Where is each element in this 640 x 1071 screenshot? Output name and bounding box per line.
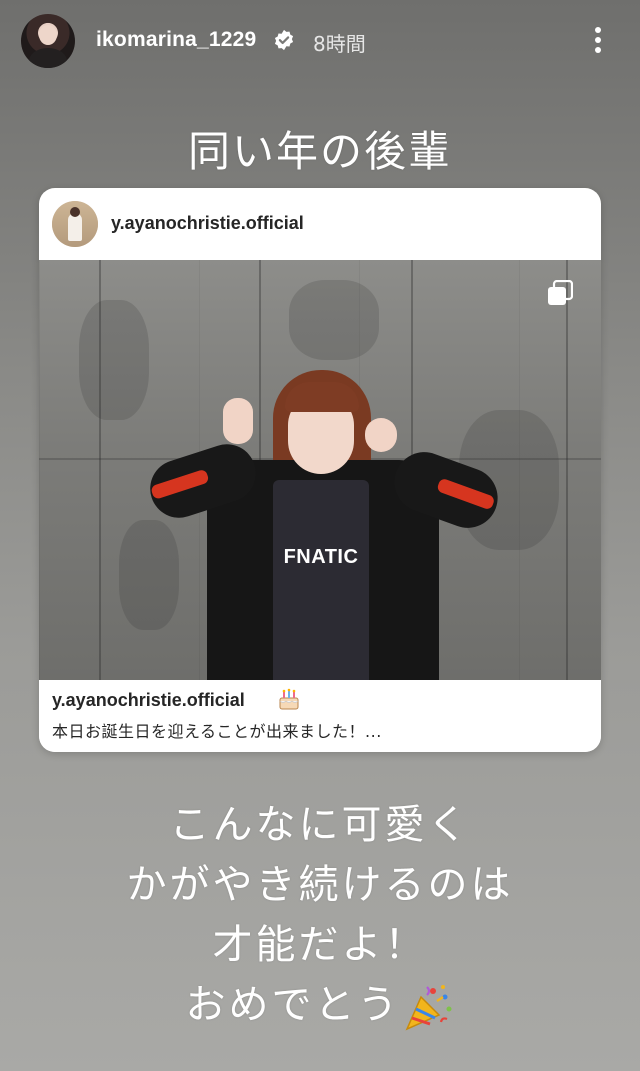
story-header: ikomarina_1229 8時間 xyxy=(0,0,640,80)
party-popper-icon xyxy=(405,985,451,1031)
shared-post-card[interactable]: y.ayanochristie.official FNATIC y.ayanoc… xyxy=(39,188,601,752)
caption-line-3: 才能だよ！ xyxy=(212,922,428,968)
caption-line-4-wrap: おめでとう xyxy=(0,975,640,1035)
story-caption-top: 同い年の後輩 xyxy=(187,127,452,176)
birthday-cake-icon xyxy=(279,688,299,710)
shared-post-header: y.ayanochristie.official xyxy=(39,188,601,260)
shared-post-caption: y.ayanochristie.official 本日お誕生日を迎えることが出来… xyxy=(39,680,601,752)
story-username[interactable]: ikomarina_1229 xyxy=(96,28,256,52)
caption-line-4: おめでとう xyxy=(185,982,401,1028)
shared-post-photo[interactable]: FNATIC xyxy=(39,260,601,680)
more-vertical-icon[interactable] xyxy=(585,24,611,56)
verified-badge-icon xyxy=(274,29,294,51)
story-avatar[interactable] xyxy=(21,14,75,68)
shared-post-username[interactable]: y.ayanochristie.official xyxy=(111,213,304,234)
photo-subject: FNATIC xyxy=(142,368,507,680)
multiple-photos-icon xyxy=(548,280,573,305)
shared-post-caption-username: y.ayanochristie.official xyxy=(52,690,245,710)
shared-post-avatar[interactable] xyxy=(52,201,98,247)
story-time: 8時間 xyxy=(313,32,366,56)
jersey-text: FNATIC xyxy=(283,546,359,568)
caption-line-2: かがやき続けるのは xyxy=(126,862,514,908)
story-caption-bottom: こんなに可愛く かがやき続けるのは 才能だよ！ おめでとう xyxy=(0,795,640,1035)
caption-line-1: こんなに可愛く xyxy=(169,802,471,848)
shared-post-caption-text: 本日お誕生日を迎えることが出来ました！... xyxy=(52,722,382,741)
